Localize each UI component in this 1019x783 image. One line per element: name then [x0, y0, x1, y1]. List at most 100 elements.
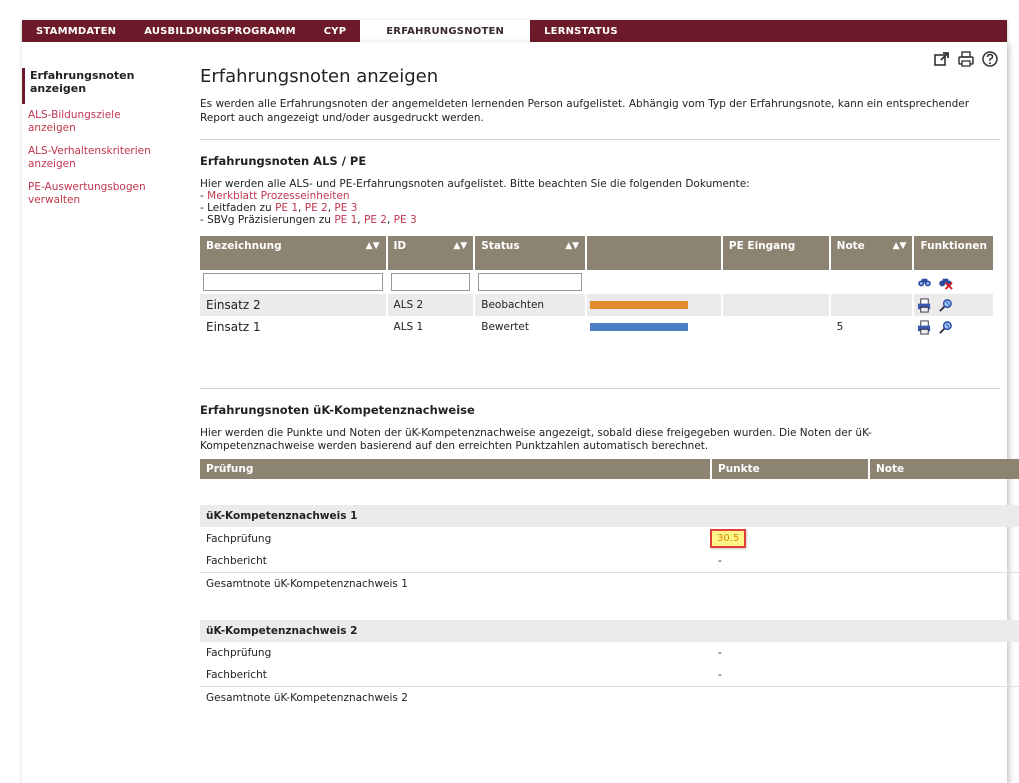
view-report-icon[interactable] — [938, 298, 953, 313]
uk-row-note — [870, 642, 1019, 664]
col-note[interactable]: Note ▲▼ — [830, 236, 915, 270]
col-pruefung: Prüfung — [200, 459, 712, 479]
col-bezeichnung[interactable]: Bezeichnung ▲▼ — [200, 236, 388, 270]
sidebar-item-als-bildungsziele[interactable]: ALS-Bildungsziele anzeigen — [22, 108, 172, 144]
sidebar-item-erfahrungsnoten-anzeigen[interactable]: Erfahrungsnoten anzeigen — [22, 68, 172, 104]
uk-group-name: üK-Kompetenznachweis 2 — [200, 620, 712, 642]
uk-section-text: Hier werden die Punkte und Noten der üK-… — [200, 427, 872, 452]
cell-funktionen — [914, 316, 995, 338]
sort-icon[interactable]: ▲▼ — [565, 241, 579, 251]
leitfaden-pe1-link[interactable]: PE 1 — [275, 202, 298, 214]
tab-lernstatus[interactable]: LERNSTATUS — [530, 20, 632, 42]
tab-erfahrungsnoten[interactable]: ERFAHRUNGSNOTEN — [360, 20, 531, 42]
cell-pe-eingang — [722, 316, 831, 338]
tab-ausbildungsprogramm[interactable]: AUSBILDUNGSPROGRAMM — [130, 20, 310, 42]
table-row[interactable]: Einsatz 1 ALS 1 Bewertet 5 — [200, 316, 995, 338]
uk-row-label: Fachprüfung — [206, 647, 272, 659]
leitfaden-pe3-link[interactable]: PE 3 — [334, 202, 357, 214]
uk-table: Prüfung Punkte Note üK-Kompetenznachweis… — [200, 459, 1019, 708]
print-report-icon[interactable] — [917, 319, 932, 335]
uk-table-header: Prüfung Punkte Note — [200, 459, 1019, 479]
uk-group-header: üK-Kompetenznachweis 1 — [200, 505, 1019, 527]
uk-row-label: Fachbericht — [206, 555, 267, 567]
cell-id: ALS 2 — [387, 294, 476, 316]
filter-status-input[interactable] — [478, 273, 583, 291]
cell-status: Beobachten — [475, 294, 588, 316]
uk-row-note — [870, 550, 1019, 572]
uk-total-note: - — [870, 572, 1019, 594]
spacer-row — [200, 594, 1019, 620]
uk-row: Fachbericht - — [200, 550, 1019, 572]
uk-total-row: Gesamtnote üK-Kompetenznachweis 2 - — [200, 686, 1019, 708]
cell-bar — [587, 316, 723, 338]
sidebar-item-als-verhaltenskriterien[interactable]: ALS-Verhaltenskriterien anzeigen — [22, 144, 172, 180]
als-section-text: Hier werden alle ALS- und PE-Erfahrungsn… — [200, 178, 750, 190]
leitfaden-pe2-link[interactable]: PE 2 — [305, 202, 328, 214]
cell-bezeichnung: Einsatz 2 — [200, 294, 388, 316]
als-section-title: Erfahrungsnoten ALS / PE — [200, 154, 367, 168]
sidebar: Erfahrungsnoten anzeigen ALS-Bildungszie… — [22, 68, 172, 216]
sort-icon[interactable]: ▲▼ — [366, 241, 380, 251]
main-content: Erfahrungsnoten anzeigen Es werden alle … — [200, 62, 1019, 708]
filter-bezeichnung-input[interactable] — [203, 273, 383, 291]
uk-row: Fachbericht - — [200, 664, 1019, 686]
sbvg-pe1-link[interactable]: PE 1 — [334, 214, 357, 226]
uk-row: Fachprüfung - — [200, 642, 1019, 664]
col-note: Note — [870, 459, 1019, 479]
divider — [200, 388, 1000, 389]
uk-row-note — [870, 527, 1019, 550]
uk-row-punkte: - — [718, 555, 722, 567]
als-table-header: Bezeichnung ▲▼ ID ▲▼ Status ▲▼ PE Eingang N… — [200, 236, 995, 270]
doc-item-sbvg: - SBVg Präzisierungen zu PE 1, PE 2, PE … — [200, 214, 417, 226]
uk-row-label: Fachbericht — [206, 669, 267, 681]
points-highlight: 30.5 — [710, 529, 747, 548]
col-id[interactable]: ID ▲▼ — [387, 236, 476, 270]
status-bar — [590, 323, 689, 331]
filter-clear-icon[interactable] — [938, 275, 954, 290]
cell-funktionen — [914, 294, 995, 316]
filter-id-input[interactable] — [390, 273, 471, 291]
uk-total-row: Gesamtnote üK-Kompetenznachweis 1 - — [200, 572, 1019, 594]
uk-row-note — [870, 664, 1019, 686]
col-bar — [587, 236, 723, 270]
als-table: Bezeichnung ▲▼ ID ▲▼ Status ▲▼ PE Eingang N… — [200, 236, 995, 338]
filter-row — [200, 270, 995, 294]
col-funktionen: Funktionen — [914, 236, 995, 270]
doc-item-leitfaden: - Leitfaden zu PE 1, PE 2, PE 3 — [200, 202, 358, 214]
status-bar — [590, 301, 689, 309]
page-intro: Es werden alle Erfahrungsnoten der angem… — [200, 98, 970, 124]
uk-total-note: - — [870, 686, 1019, 708]
tab-stammdaten[interactable]: STAMMDATEN — [22, 20, 130, 42]
col-status[interactable]: Status ▲▼ — [475, 236, 588, 270]
print-report-icon[interactable] — [917, 297, 932, 313]
doc-item-merkblatt: - Merkblatt Prozesseinheiten — [200, 190, 350, 202]
cell-bar — [587, 294, 723, 316]
view-report-icon[interactable] — [938, 320, 953, 335]
tab-cyp[interactable]: CYP — [310, 20, 361, 42]
sort-icon[interactable]: ▲▼ — [893, 241, 907, 251]
sort-icon[interactable]: ▲▼ — [453, 241, 467, 251]
filter-search-icon[interactable] — [917, 275, 932, 290]
col-pe-eingang: PE Eingang — [722, 236, 831, 270]
col-punkte: Punkte — [712, 459, 870, 479]
top-navigation: STAMMDATEN AUSBILDUNGSPROGRAMM CYP ERFAH… — [22, 20, 1007, 42]
cell-bezeichnung: Einsatz 1 — [200, 316, 388, 338]
sidebar-item-pe-auswertungsbogen[interactable]: PE-Auswertungsbogen verwalten — [22, 180, 172, 216]
cell-status: Bewertet — [475, 316, 588, 338]
cell-note: 5 — [830, 316, 915, 338]
sbvg-pe3-link[interactable]: PE 3 — [394, 214, 417, 226]
leitfaden-label: Leitfaden zu — [207, 202, 272, 214]
uk-total-label: Gesamtnote üK-Kompetenznachweis 2 — [200, 686, 712, 708]
uk-group-header: üK-Kompetenznachweis 2 — [200, 620, 1019, 642]
uk-group-name: üK-Kompetenznachweis 1 — [200, 505, 712, 527]
sbvg-pe2-link[interactable]: PE 2 — [364, 214, 387, 226]
uk-row-punkte: 30.5 — [710, 527, 870, 550]
table-row[interactable]: Einsatz 2 ALS 2 Beobachten — [200, 294, 995, 316]
uk-row-label: Fachprüfung — [206, 532, 272, 545]
doc-list: - Merkblatt Prozesseinheiten - Leitfaden… — [200, 190, 1000, 226]
sbvg-label: SBVg Präzisierungen zu — [207, 214, 331, 226]
uk-row-punkte: - — [718, 669, 722, 681]
uk-section-title: Erfahrungsnoten üK-Kompetenznachweise — [200, 403, 475, 417]
page-frame: Erfahrungsnoten anzeigen ALS-Bildungszie… — [22, 42, 1019, 783]
merkblatt-link[interactable]: Merkblatt Prozesseinheiten — [207, 190, 349, 202]
